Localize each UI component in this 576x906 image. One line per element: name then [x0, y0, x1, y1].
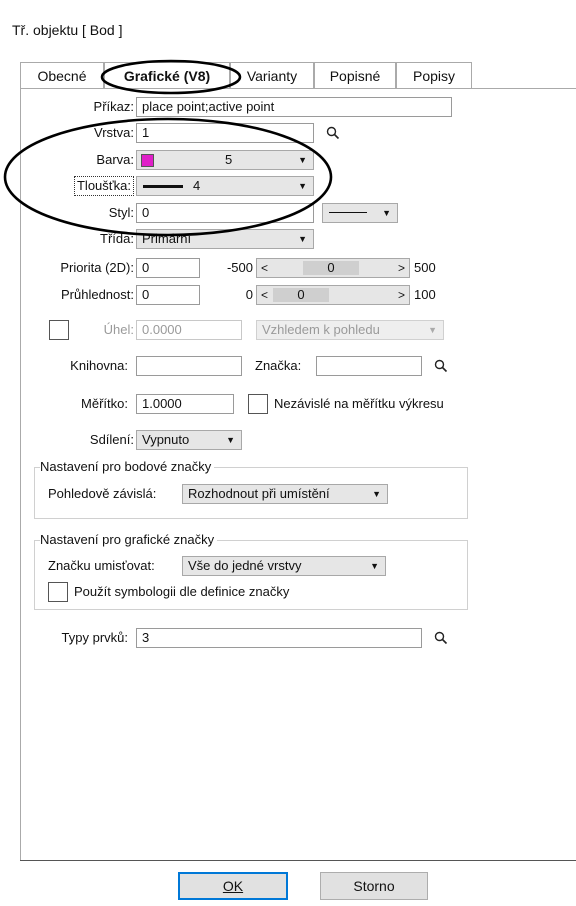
annotation-ellipse-fields — [3, 117, 333, 237]
annotation-overlay — [3, 59, 333, 237]
annotation-ellipse-tab — [100, 59, 242, 95]
